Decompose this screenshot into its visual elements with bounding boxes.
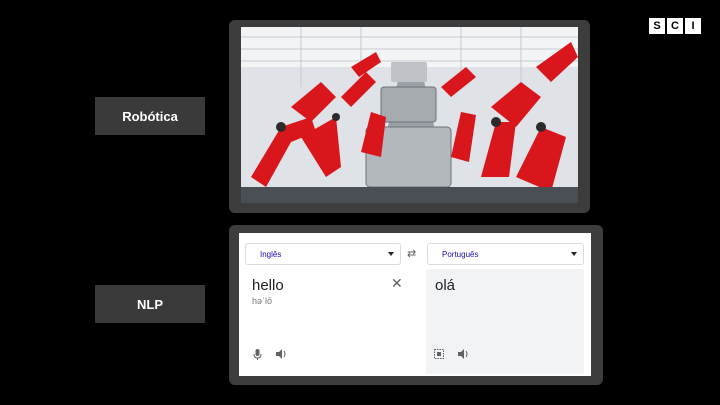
chevron-down-icon: [388, 252, 394, 256]
source-language-select[interactable]: Inglês: [245, 243, 401, 265]
source-text[interactable]: hello: [252, 277, 284, 294]
translator-widget: Inglês ⇄ Português hello həˈlō ✕ olá: [239, 233, 591, 376]
phonetic-text: həˈlō: [252, 296, 273, 306]
close-icon[interactable]: ✕: [391, 275, 403, 292]
nlp-label: NLP: [95, 285, 205, 323]
translation-pane: olá: [426, 269, 584, 374]
microphone-icon[interactable]: [253, 349, 262, 363]
source-language-label: Inglês: [260, 249, 282, 259]
swap-icon[interactable]: ⇄: [407, 247, 416, 260]
target-language-label: Português: [442, 249, 479, 259]
target-language-select[interactable]: Português: [427, 243, 584, 265]
source-text-pane[interactable]: hello həˈlō ✕: [239, 269, 424, 376]
translated-text: olá: [435, 277, 456, 294]
factory-robots-image: [241, 27, 578, 203]
logo-letter-i: I: [685, 18, 701, 34]
speaker-icon[interactable]: [276, 349, 287, 362]
logo-letter-c: C: [667, 18, 683, 34]
speaker-icon[interactable]: [458, 349, 469, 362]
sci-logo: S C I: [649, 18, 701, 34]
select-text-icon[interactable]: [434, 349, 444, 362]
robotics-label: Robótica: [95, 97, 205, 135]
chevron-down-icon: [571, 252, 577, 256]
logo-letter-s: S: [649, 18, 665, 34]
